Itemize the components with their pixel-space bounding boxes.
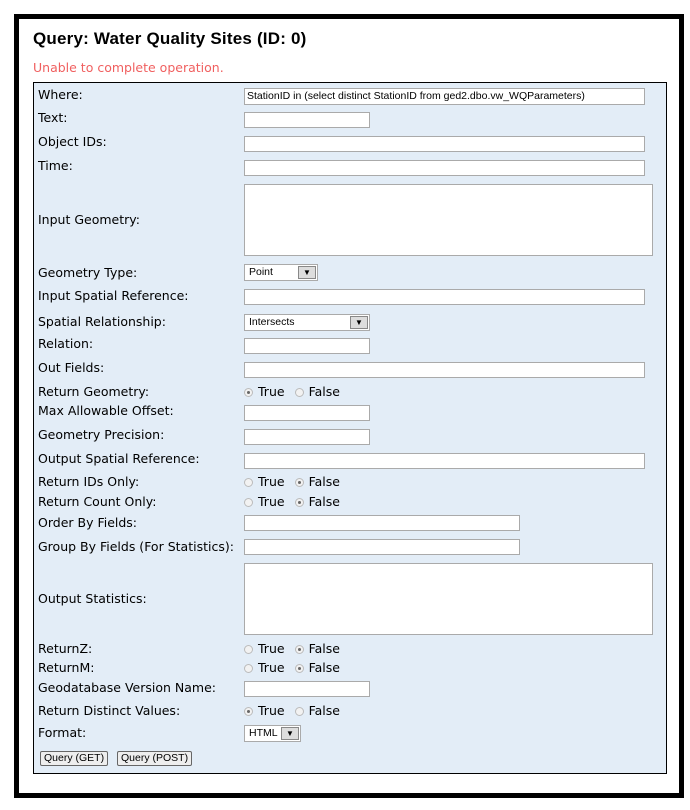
return-geometry-false-option[interactable]: False (294, 384, 340, 399)
max-allowable-offset-input[interactable] (244, 405, 370, 421)
text-label: Text: (38, 110, 68, 125)
radio-button[interactable] (244, 645, 253, 654)
return-geometry-radio-group: True False (244, 385, 340, 399)
order-by-fields-label: Order By Fields: (38, 515, 138, 530)
input-spatial-reference-input[interactable] (244, 289, 645, 305)
return-distinct-values-true-option[interactable]: True (244, 704, 285, 718)
return-count-only-radio-group: True False (244, 495, 340, 509)
return-m-radio-group: True False (244, 661, 340, 675)
output-statistics-textarea[interactable] (244, 563, 653, 635)
return-count-only-label: Return Count Only: (38, 494, 157, 509)
return-m-true-option[interactable]: True (244, 661, 285, 675)
query-post-button[interactable]: Query (POST) (117, 751, 193, 766)
return-z-false-option[interactable]: False (294, 641, 340, 656)
radio-label: True (258, 474, 285, 489)
return-distinct-values-label: Return Distinct Values: (38, 703, 181, 718)
radio-label: True (258, 660, 285, 675)
radio-label: False (308, 703, 340, 718)
radio-button[interactable] (244, 707, 253, 716)
geometry-type-value: Point (249, 266, 273, 278)
chevron-down-icon[interactable]: ▼ (298, 266, 316, 279)
radio-button[interactable] (294, 645, 304, 654)
radio-button[interactable] (244, 664, 253, 673)
geometry-precision-input[interactable] (244, 429, 370, 445)
radio-label: True (258, 641, 285, 656)
error-message: Unable to complete operation. (33, 60, 224, 75)
return-distinct-values-radio-group: True False (244, 704, 340, 718)
radio-label: False (308, 641, 340, 656)
group-by-fields-label: Group By Fields (For Statistics): (38, 539, 234, 554)
relation-input[interactable] (244, 338, 370, 354)
object-ids-input[interactable] (244, 136, 645, 152)
radio-button[interactable] (294, 664, 304, 673)
chevron-down-icon[interactable]: ▼ (350, 316, 368, 329)
radio-button[interactable] (294, 478, 304, 487)
chevron-down-icon[interactable]: ▼ (281, 727, 299, 740)
input-geometry-textarea[interactable] (244, 184, 653, 256)
out-fields-input[interactable] (244, 362, 645, 378)
output-spatial-reference-label: Output Spatial Reference: (38, 451, 200, 466)
return-count-only-true-option[interactable]: True (244, 495, 285, 509)
radio-button[interactable] (244, 498, 253, 507)
query-get-button[interactable]: Query (GET) (40, 751, 109, 766)
return-geometry-label: Return Geometry: (38, 384, 150, 399)
return-ids-only-label: Return IDs Only: (38, 474, 140, 489)
order-by-fields-input[interactable] (244, 515, 520, 531)
radio-label: False (308, 384, 340, 399)
return-m-label: ReturnM: (38, 660, 95, 675)
spatial-relationship-value: Intersects (249, 316, 295, 328)
return-ids-only-radio-group: True False (244, 475, 340, 489)
where-value: StationID in (select distinct StationID … (247, 90, 585, 102)
where-label: Where: (38, 87, 83, 102)
time-input[interactable] (244, 160, 645, 176)
spatial-relationship-label: Spatial Relationship: (38, 314, 166, 329)
radio-button[interactable] (294, 707, 304, 716)
return-ids-only-true-option[interactable]: True (244, 475, 285, 489)
input-geometry-label: Input Geometry: (38, 212, 140, 227)
radio-label: False (308, 494, 340, 509)
output-spatial-reference-input[interactable] (244, 453, 645, 469)
return-z-true-option[interactable]: True (244, 642, 285, 656)
return-distinct-values-false-option[interactable]: False (294, 703, 340, 718)
radio-button[interactable] (244, 478, 253, 487)
format-label: Format: (38, 725, 87, 740)
radio-button[interactable] (244, 388, 253, 397)
relation-label: Relation: (38, 336, 94, 351)
return-z-radio-group: True False (244, 642, 340, 656)
max-allowable-offset-label: Max Allowable Offset: (38, 403, 174, 418)
return-count-only-false-option[interactable]: False (294, 494, 340, 509)
geodatabase-version-name-label: Geodatabase Version Name: (38, 680, 216, 695)
radio-label: False (308, 660, 340, 675)
geometry-precision-label: Geometry Precision: (38, 427, 165, 442)
out-fields-label: Out Fields: (38, 360, 105, 375)
return-ids-only-false-option[interactable]: False (294, 474, 340, 489)
page-title: Query: Water Quality Sites (ID: 0) (33, 29, 307, 48)
output-statistics-label: Output Statistics: (38, 591, 147, 606)
radio-label: False (308, 474, 340, 489)
radio-label: True (258, 384, 285, 399)
format-value: HTML (249, 727, 278, 739)
object-ids-label: Object IDs: (38, 134, 107, 149)
return-m-false-option[interactable]: False (294, 660, 340, 675)
time-label: Time: (38, 158, 73, 173)
return-geometry-true-option[interactable]: True (244, 385, 285, 399)
radio-label: True (258, 494, 285, 509)
spatial-relationship-select[interactable]: Intersects ▼ (244, 314, 370, 331)
geodatabase-version-name-input[interactable] (244, 681, 370, 697)
where-input[interactable]: StationID in (select distinct StationID … (244, 88, 645, 105)
text-input[interactable] (244, 112, 370, 128)
radio-label: True (258, 703, 285, 718)
return-z-label: ReturnZ: (38, 641, 93, 656)
radio-button[interactable] (294, 388, 304, 397)
geometry-type-label: Geometry Type: (38, 265, 138, 280)
geometry-type-select[interactable]: Point ▼ (244, 264, 318, 281)
input-spatial-reference-label: Input Spatial Reference: (38, 288, 189, 303)
format-select[interactable]: HTML ▼ (244, 725, 301, 742)
radio-button[interactable] (294, 498, 304, 507)
group-by-fields-input[interactable] (244, 539, 520, 555)
